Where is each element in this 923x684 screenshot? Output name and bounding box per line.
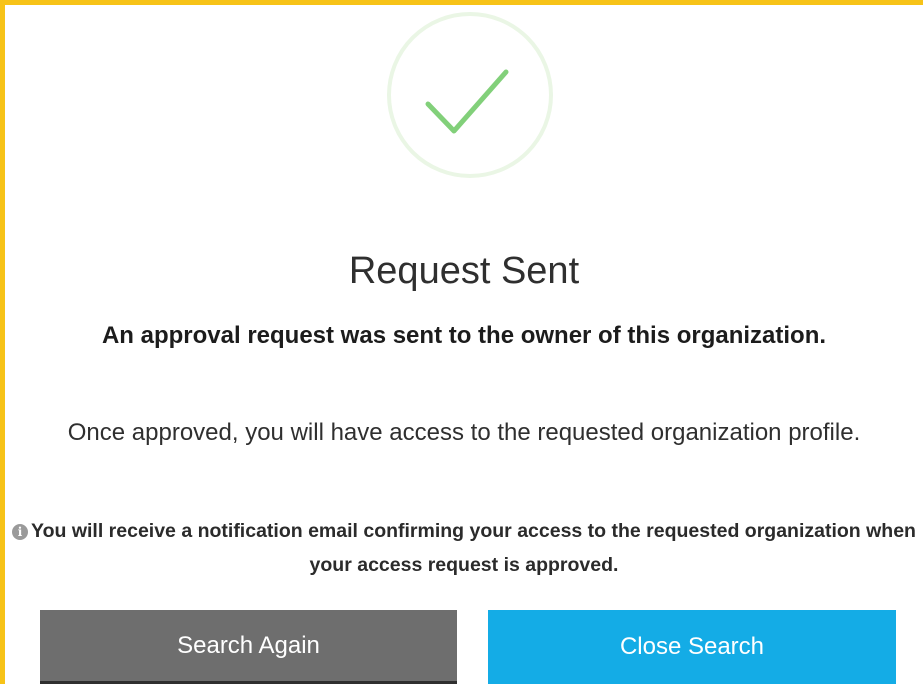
notification-notice: i You will receive a notification email c…: [5, 514, 923, 582]
approval-request-message: An approval request was sent to the owne…: [101, 322, 827, 349]
checkmark-success-icon: [425, 69, 509, 134]
access-info-message: Once approved, you will have access to t…: [67, 419, 861, 446]
success-badge: [387, 12, 553, 178]
close-search-button[interactable]: Close Search: [488, 610, 896, 684]
notification-notice-text: You will receive a notification email co…: [31, 520, 916, 576]
info-circle-icon: i: [12, 524, 29, 540]
request-sent-dialog: Request Sent An approval request was sen…: [0, 0, 923, 684]
search-again-button[interactable]: Search Again: [40, 610, 457, 684]
dialog-title: Request Sent: [348, 250, 580, 292]
